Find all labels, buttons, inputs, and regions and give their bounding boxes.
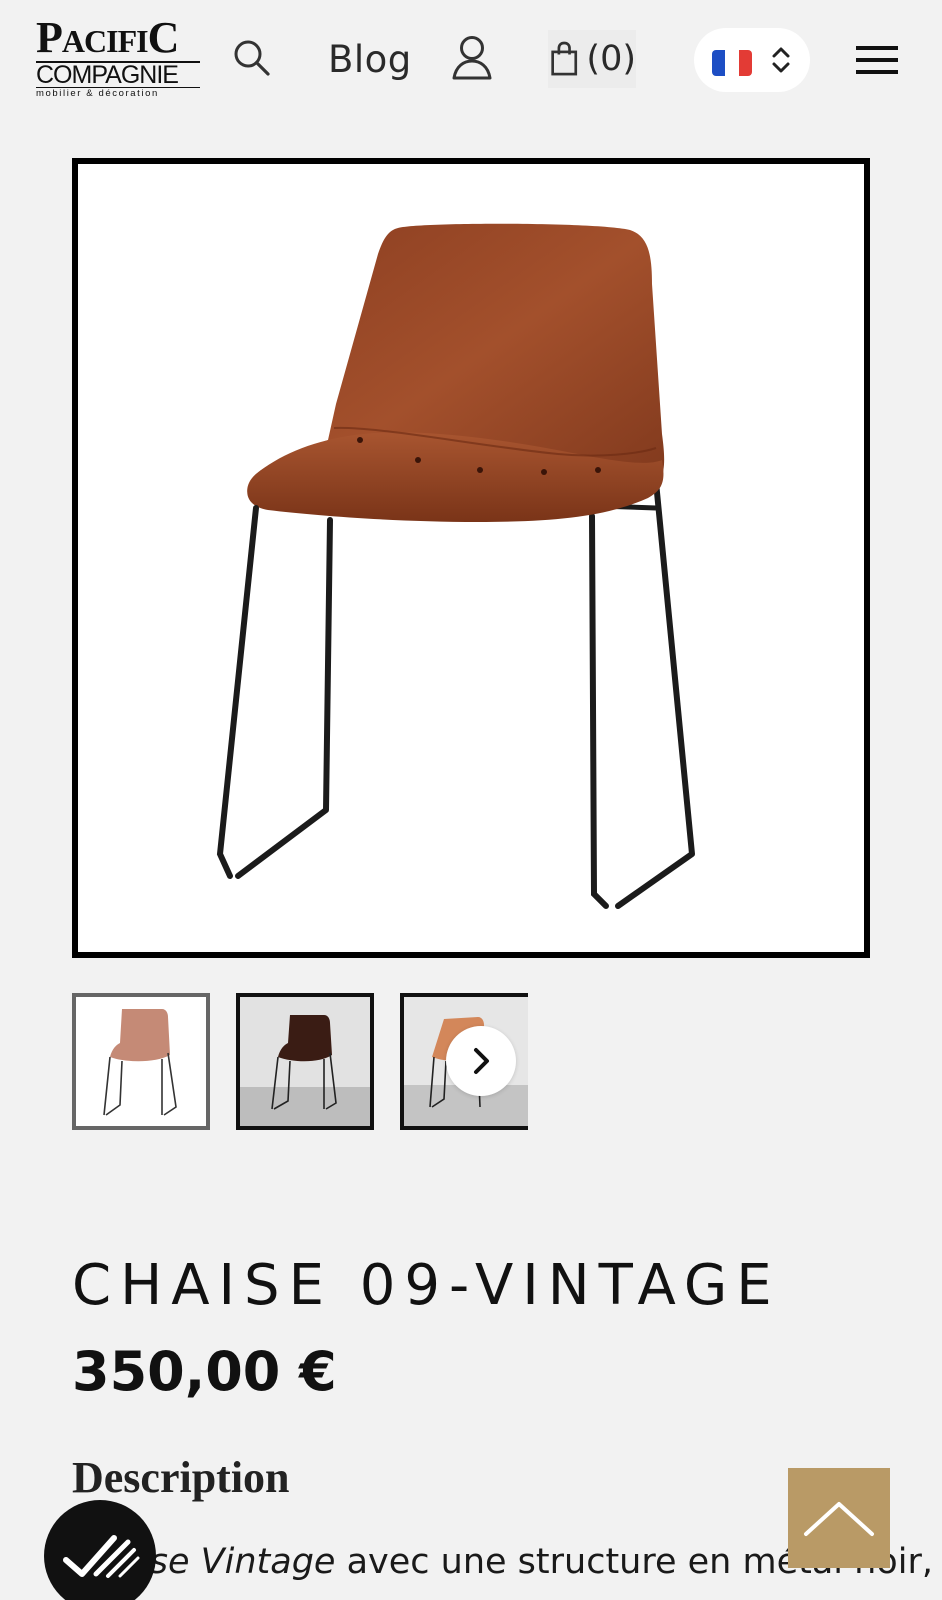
thumbnail-chair-light — [103, 1009, 177, 1116]
user-icon — [452, 36, 492, 80]
account-button[interactable] — [450, 34, 494, 82]
thumbnail-chair-dark — [240, 997, 370, 1126]
logo[interactable]: PACIFIC COMPAGNIE mobilier & décoration — [36, 13, 200, 100]
product-price: 350,00 € — [72, 1340, 337, 1403]
thumbnail-2[interactable] — [236, 993, 374, 1130]
trust-badge-button[interactable] — [44, 1500, 156, 1600]
blog-link[interactable]: Blog — [328, 38, 412, 82]
shopping-bag-icon — [551, 41, 578, 76]
hamburger-menu-icon — [856, 46, 898, 74]
logo-wordmark: PACIFIC — [36, 13, 179, 62]
product-main-image[interactable] — [72, 158, 870, 958]
thumbnail-next-button[interactable] — [446, 1026, 516, 1096]
check-marks-icon — [63, 1535, 140, 1578]
chevron-updown-icon — [772, 47, 790, 73]
language-selector[interactable] — [694, 28, 810, 92]
product-title: CHAISE 09-VINTAGE — [72, 1253, 781, 1318]
logo-company: COMPAGNIE — [36, 61, 200, 88]
chair-image — [216, 223, 695, 909]
scroll-to-top-button[interactable] — [788, 1468, 890, 1568]
chevron-up-icon — [804, 1502, 874, 1536]
description-heading: Description — [72, 1453, 290, 1502]
logo-tagline: mobilier & décoration — [36, 88, 159, 99]
france-flag-icon — [712, 50, 752, 76]
menu-button[interactable] — [854, 40, 900, 80]
chevron-right-icon — [474, 1048, 489, 1074]
search-button[interactable] — [232, 36, 272, 80]
cart-button[interactable]: (0) — [548, 30, 636, 88]
search-icon — [234, 40, 270, 76]
site-header: PACIFIC COMPAGNIE mobilier & décoration … — [0, 0, 942, 120]
cart-count: (0) — [586, 39, 636, 79]
thumbnail-1[interactable] — [72, 993, 210, 1130]
